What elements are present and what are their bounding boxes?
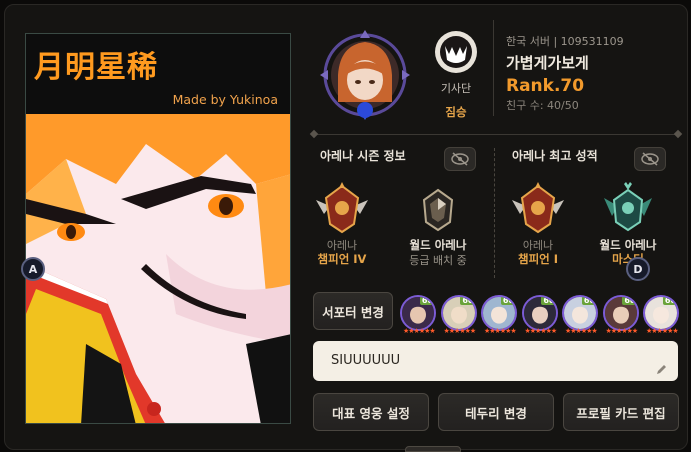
guild-emblem-icon[interactable] xyxy=(434,30,478,74)
hero-star-rating: ★★★★★★ xyxy=(484,327,517,335)
edit-profile-card-button[interactable]: 프로필 카드 편집 xyxy=(563,393,679,431)
guild-label: 기사단 xyxy=(440,82,472,95)
hero-level-badge: 60 xyxy=(662,296,677,305)
supporter-hero-portrait[interactable]: 60 xyxy=(440,295,477,331)
card-subtitle: Made by Yukinoa xyxy=(172,92,278,107)
eye-slash-icon xyxy=(641,152,659,166)
hero-star-rating: ★★★★★★ xyxy=(646,327,679,335)
guild-name[interactable]: 짐승 xyxy=(426,104,486,120)
hero-level-badge: 60 xyxy=(622,296,637,305)
season-info-title: 아레나 시즌 정보 xyxy=(320,149,406,163)
supporter-hero-portrait[interactable]: 60 xyxy=(562,295,598,331)
master-emblem-icon xyxy=(604,182,652,232)
hero-level-badge: 60 xyxy=(581,296,596,305)
supporter-hero-portrait[interactable]: 60 xyxy=(481,295,517,331)
hero-level-badge: 60 xyxy=(460,296,475,305)
bottom-tab-handle[interactable] xyxy=(405,446,461,452)
hero-star-rating: ★★★★★★ xyxy=(565,327,598,335)
hero-level-badge: 60 xyxy=(419,296,434,305)
season-world-tier: 등급 배치 중 xyxy=(409,254,467,267)
card-badge-a: A xyxy=(21,257,45,281)
eye-slash-icon xyxy=(451,152,469,166)
hero-star-rating: ★★★★★★ xyxy=(605,327,639,335)
nickname: 가볍게가보게 xyxy=(506,54,589,72)
season-world-caption: 월드 아레나 xyxy=(409,238,467,252)
world-arena-placement-icon xyxy=(422,188,454,232)
hero-level-badge: 60 xyxy=(500,296,515,305)
friend-count: 친구 수: 40/50 xyxy=(506,99,579,112)
pencil-icon[interactable] xyxy=(656,363,668,375)
supporter-hero-portrait[interactable]: 60 xyxy=(400,295,436,331)
change-supporter-button[interactable]: 서포터 변경 xyxy=(313,292,393,330)
supporter-hero-portrait[interactable]: 60 xyxy=(602,295,639,331)
header-divider xyxy=(493,20,494,116)
profile-card[interactable]: 月明星稀 Made by Yukinoa xyxy=(25,33,291,424)
rank-level: Rank.70 xyxy=(506,76,585,96)
champion-best-emblem-icon xyxy=(512,182,564,234)
season-hide-toggle[interactable] xyxy=(444,147,476,171)
supporter-hero-portrait[interactable]: 60 xyxy=(521,295,558,331)
avatar[interactable] xyxy=(320,30,410,120)
hero-star-rating: ★★★★★★ xyxy=(524,327,558,335)
server-info: 한국 서버 | 109531109 xyxy=(506,35,624,48)
hero-star-rating: ★★★★★★ xyxy=(443,327,477,335)
status-message-text: SIUUUUUU xyxy=(331,353,401,368)
best-hide-toggle[interactable] xyxy=(634,147,666,171)
section-divider xyxy=(314,134,678,135)
hero-level-badge: 60 xyxy=(541,296,556,305)
card-artwork xyxy=(26,114,290,423)
change-border-button[interactable]: 테두리 변경 xyxy=(438,393,554,431)
best-record-title: 아레나 최고 성적 xyxy=(512,149,598,163)
status-message-field[interactable]: SIUUUUUU xyxy=(313,341,678,381)
set-representative-hero-button[interactable]: 대표 영웅 설정 xyxy=(313,393,429,431)
champion-emblem-icon xyxy=(316,182,368,234)
best-arena-tier: 챔피언 I xyxy=(517,252,559,266)
card-badge-d: D xyxy=(626,257,650,281)
season-arena-tier: 챔피언 IV xyxy=(317,252,367,266)
supporter-hero-portrait[interactable]: 60 xyxy=(643,295,679,331)
card-title: 月明星稀 xyxy=(34,50,158,85)
hero-star-rating: ★★★★★★ xyxy=(403,327,436,335)
